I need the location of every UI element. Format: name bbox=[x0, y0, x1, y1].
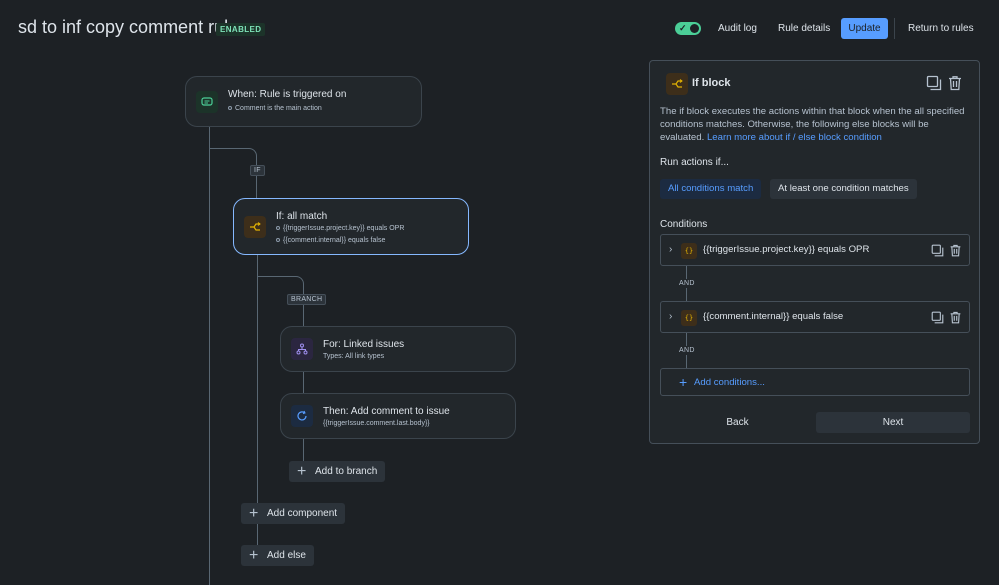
and-label: AND bbox=[677, 346, 697, 355]
plus-icon: + bbox=[249, 505, 259, 522]
trigger-subtitle: Comment is the main action bbox=[228, 105, 322, 112]
then-node-subtitle: {{triggerIssue.comment.last.body}} bbox=[323, 420, 430, 427]
toggle-knob bbox=[690, 24, 699, 33]
bullet-icon bbox=[276, 226, 280, 231]
for-node[interactable]: For: Linked issues Types: All link types bbox=[280, 326, 516, 372]
then-connector bbox=[303, 439, 304, 461]
if-node-condition-1: {{triggerIssue.project.key}} equals OPR bbox=[276, 225, 404, 232]
any-condition-option[interactable]: At least one condition matches bbox=[770, 179, 917, 199]
comment-icon bbox=[196, 90, 218, 113]
trash-icon[interactable] bbox=[947, 75, 963, 91]
check-icon: ✓ bbox=[679, 23, 687, 33]
rule-title: sd to inf copy comment rule bbox=[18, 17, 239, 37]
smart-value-icon: {} bbox=[681, 243, 697, 259]
all-conditions-option[interactable]: All conditions match bbox=[660, 179, 762, 199]
then-node[interactable]: Then: Add comment to issue {{triggerIssu… bbox=[280, 393, 516, 439]
if-node-title: If: all match bbox=[276, 211, 328, 222]
if-tag: IF bbox=[250, 165, 265, 176]
plus-icon: + bbox=[297, 463, 307, 480]
add-component-button[interactable]: + Add component bbox=[241, 503, 346, 524]
learn-more-link[interactable]: Learn more about if / else block conditi… bbox=[707, 132, 882, 143]
run-actions-label: Run actions if... bbox=[660, 157, 729, 168]
conditions-label: Conditions bbox=[660, 219, 708, 230]
and-label: AND bbox=[677, 279, 697, 288]
plus-icon: + bbox=[249, 547, 259, 564]
status-badge: ENABLED bbox=[216, 23, 266, 36]
trigger-title: When: Rule is triggered on bbox=[228, 89, 347, 100]
add-to-branch-button[interactable]: + Add to branch bbox=[289, 461, 386, 482]
return-to-rules-button[interactable]: Return to rules bbox=[902, 18, 980, 39]
for-node-title: For: Linked issues bbox=[323, 339, 405, 350]
chevron-right-icon[interactable]: › bbox=[669, 244, 672, 255]
condition-row[interactable]: › {} {{triggerIssue.project.key}} equals… bbox=[660, 234, 970, 266]
duplicate-icon[interactable] bbox=[931, 311, 944, 324]
branch-icon bbox=[244, 215, 266, 238]
chevron-right-icon[interactable]: › bbox=[669, 311, 672, 322]
back-button[interactable]: Back bbox=[660, 412, 815, 433]
next-button[interactable]: Next bbox=[816, 412, 970, 433]
for-node-subtitle: Types: All link types bbox=[323, 353, 385, 360]
audit-log-button[interactable]: Audit log bbox=[712, 18, 763, 39]
condition-text: {{triggerIssue.project.key}} equals OPR bbox=[703, 244, 870, 255]
branch-tag: BRANCH bbox=[287, 294, 327, 305]
add-else-button[interactable]: + Add else bbox=[241, 545, 314, 566]
panel-description: The if block executes the actions within… bbox=[660, 106, 965, 143]
duplicate-icon[interactable] bbox=[926, 75, 942, 91]
duplicate-icon[interactable] bbox=[931, 244, 944, 257]
trash-icon[interactable] bbox=[949, 244, 962, 257]
rule-details-button[interactable]: Rule details bbox=[772, 18, 836, 39]
refresh-icon bbox=[291, 405, 313, 427]
branch-icon bbox=[666, 73, 688, 95]
if-node-condition-2: {{comment.internal}} equals false bbox=[276, 237, 385, 244]
smart-value-icon: {} bbox=[681, 310, 697, 326]
condition-row[interactable]: › {} {{comment.internal}} equals false bbox=[660, 301, 970, 333]
trash-icon[interactable] bbox=[949, 311, 962, 324]
header-divider bbox=[894, 18, 895, 39]
panel-title: If block bbox=[692, 77, 731, 89]
update-button[interactable]: Update bbox=[841, 18, 888, 39]
trigger-node[interactable]: When: Rule is triggered on Comment is th… bbox=[185, 76, 422, 127]
plus-icon: + bbox=[679, 374, 688, 390]
add-conditions-button[interactable]: + Add conditions... bbox=[660, 368, 970, 396]
if-node[interactable]: If: all match {{triggerIssue.project.key… bbox=[233, 198, 469, 255]
bullet-icon bbox=[276, 238, 280, 243]
hierarchy-icon bbox=[291, 338, 313, 360]
then-node-title: Then: Add comment to issue bbox=[323, 406, 450, 417]
bullet-icon bbox=[228, 106, 232, 111]
if-block-panel: If block The if block executes the actio… bbox=[649, 60, 980, 444]
add-conditions-label: Add conditions... bbox=[694, 377, 765, 388]
rule-enabled-toggle[interactable]: ✓ bbox=[675, 22, 701, 35]
branch-link-connector bbox=[303, 371, 304, 393]
condition-text: {{comment.internal}} equals false bbox=[703, 311, 844, 322]
header: sd to inf copy comment rule ENABLED ✓ Au… bbox=[0, 0, 999, 58]
